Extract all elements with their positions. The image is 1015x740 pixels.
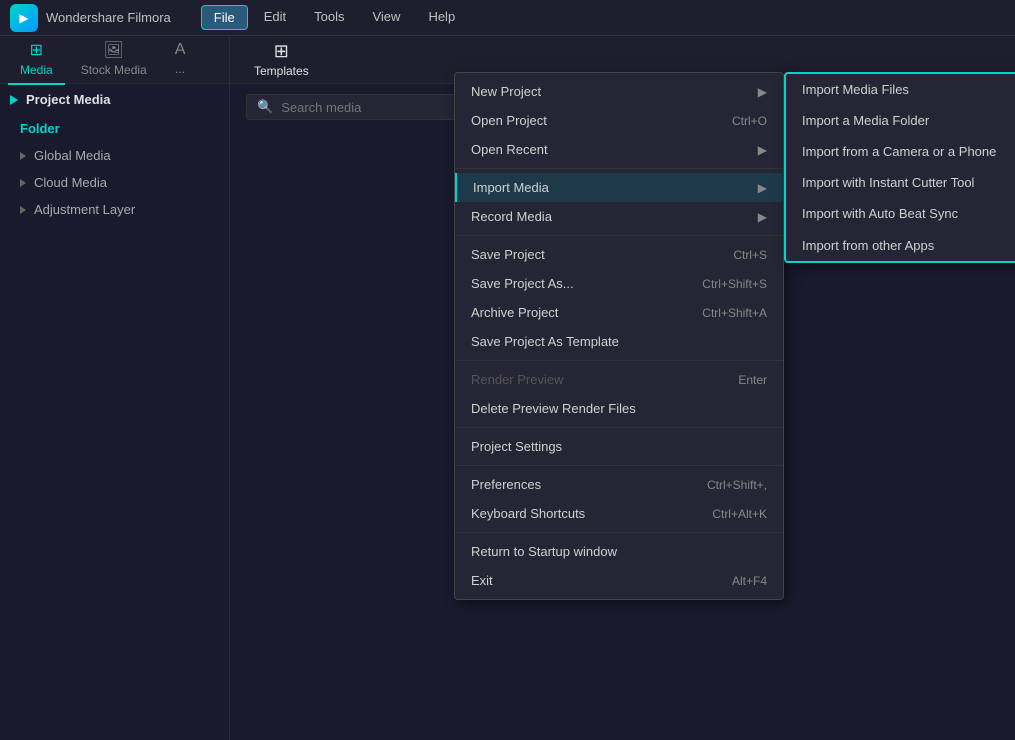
left-panel: ⊞ Media 🖼 Stock Media A ... Project Medi… xyxy=(0,36,230,740)
open-project-item[interactable]: Open Project Ctrl+O xyxy=(455,106,783,135)
cloud-media-item[interactable]: Cloud Media xyxy=(0,169,229,196)
import-media-item[interactable]: Import Media ▶ xyxy=(455,173,783,202)
tab-audio[interactable]: A ... xyxy=(163,35,198,84)
stock-media-icon: 🖼 xyxy=(104,40,124,60)
project-settings-item[interactable]: Project Settings xyxy=(455,432,783,461)
menu-section-render: Render Preview Enter Delete Preview Rend… xyxy=(455,361,783,428)
dropdown-overlay: New Project ▶ Open Project Ctrl+O Open R… xyxy=(230,36,1015,740)
new-project-item[interactable]: New Project ▶ xyxy=(455,77,783,106)
import-camera-item[interactable]: Import from a Camera or a Phone xyxy=(786,136,1015,167)
new-project-arrow: ▶ xyxy=(758,85,767,99)
menu-section-file-ops: New Project ▶ Open Project Ctrl+O Open R… xyxy=(455,73,783,169)
menu-section-import: Import Media ▶ Record Media ▶ xyxy=(455,169,783,236)
import-auto-beat-item[interactable]: Import with Auto Beat Sync xyxy=(786,198,1015,229)
preferences-item[interactable]: Preferences Ctrl+Shift+, xyxy=(455,470,783,499)
app-title: Wondershare Filmora xyxy=(46,10,171,25)
import-media-files-item[interactable]: Import Media Files Ctrl+I xyxy=(786,74,1015,105)
title-bar: ▶ Wondershare Filmora File Edit Tools Vi… xyxy=(0,0,1015,36)
open-recent-item[interactable]: Open Recent ▶ xyxy=(455,135,783,164)
menu-section-exit: Return to Startup window Exit Alt+F4 xyxy=(455,533,783,599)
return-startup-item[interactable]: Return to Startup window xyxy=(455,537,783,566)
project-media-header: Project Media xyxy=(0,84,229,115)
main-layout: ⊞ Media 🖼 Stock Media A ... Project Medi… xyxy=(0,36,1015,740)
edit-menu-item[interactable]: Edit xyxy=(252,5,298,30)
menu-section-save: Save Project Ctrl+S Save Project As... C… xyxy=(455,236,783,361)
audio-icon: A xyxy=(175,41,186,59)
tab-stock-media[interactable]: 🖼 Stock Media xyxy=(69,34,159,85)
import-media-arrow: ▶ xyxy=(758,181,767,195)
file-menu-item[interactable]: File xyxy=(201,5,248,30)
expand-triangle xyxy=(10,95,18,105)
templates-icon: ⊞ xyxy=(274,41,289,62)
tree-arrow-adjustment xyxy=(20,206,26,214)
delete-preview-item[interactable]: Delete Preview Render Files xyxy=(455,394,783,423)
save-project-item[interactable]: Save Project Ctrl+S xyxy=(455,240,783,269)
exit-item[interactable]: Exit Alt+F4 xyxy=(455,566,783,595)
nav-tab-templates[interactable]: ⊞ Templates xyxy=(246,37,317,82)
keyboard-shortcuts-item[interactable]: Keyboard Shortcuts Ctrl+Alt+K xyxy=(455,499,783,528)
record-media-arrow: ▶ xyxy=(758,210,767,224)
import-instant-cutter-item[interactable]: Import with Instant Cutter Tool xyxy=(786,167,1015,198)
adjustment-layer-item[interactable]: Adjustment Layer xyxy=(0,196,229,223)
folder-label: Folder xyxy=(0,115,229,142)
save-project-as-item[interactable]: Save Project As... Ctrl+Shift+S xyxy=(455,269,783,298)
save-as-template-item[interactable]: Save Project As Template xyxy=(455,327,783,356)
import-other-apps-item[interactable]: Import from other Apps ▶ xyxy=(786,229,1015,261)
archive-project-item[interactable]: Archive Project Ctrl+Shift+A xyxy=(455,298,783,327)
tree-arrow-global xyxy=(20,152,26,160)
media-icon: ⊞ xyxy=(30,40,43,60)
tree-arrow-cloud xyxy=(20,179,26,187)
menu-section-settings: Project Settings xyxy=(455,428,783,466)
right-panel: ⊞ Templates 🔍 ⊘ ··· New Project ▶ xyxy=(230,36,1015,740)
record-media-item[interactable]: Record Media ▶ xyxy=(455,202,783,231)
view-menu-item[interactable]: View xyxy=(360,5,412,30)
app-logo: ▶ xyxy=(10,4,38,32)
import-media-folder-item[interactable]: Import a Media Folder xyxy=(786,105,1015,136)
tab-media[interactable]: ⊞ Media xyxy=(8,34,65,85)
global-media-item[interactable]: Global Media xyxy=(0,142,229,169)
menu-section-prefs: Preferences Ctrl+Shift+, Keyboard Shortc… xyxy=(455,466,783,533)
search-icon: 🔍 xyxy=(257,99,273,115)
menu-bar: File Edit Tools View Help xyxy=(201,5,467,30)
left-tab-bar: ⊞ Media 🖼 Stock Media A ... xyxy=(0,36,229,84)
render-preview-item: Render Preview Enter xyxy=(455,365,783,394)
help-menu-item[interactable]: Help xyxy=(416,5,467,30)
import-media-submenu: Import Media Files Ctrl+I Import a Media… xyxy=(784,72,1015,263)
file-menu-dropdown: New Project ▶ Open Project Ctrl+O Open R… xyxy=(454,72,784,600)
open-recent-arrow: ▶ xyxy=(758,143,767,157)
tools-menu-item[interactable]: Tools xyxy=(302,5,356,30)
